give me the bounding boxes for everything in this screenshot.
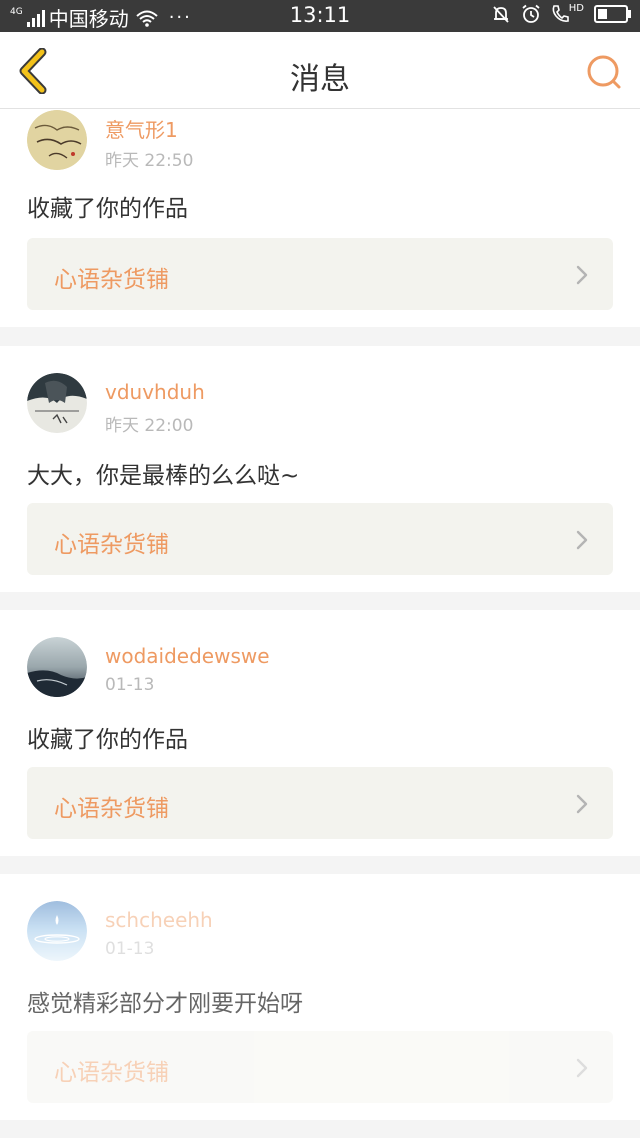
message-text: 大大，你是最棒的么么哒~	[27, 463, 300, 489]
message-card: vduvhduh 昨天 22:00 大大，你是最棒的么么哒~ 心语杂货铺	[0, 346, 640, 592]
message-time: 昨天 22:50	[105, 151, 194, 171]
username[interactable]: 意气形1	[105, 114, 178, 143]
chevron-right-icon	[576, 794, 588, 814]
shop-name: 心语杂货铺	[54, 796, 169, 822]
avatar[interactable]	[27, 110, 87, 170]
message-text: 收藏了你的作品	[27, 727, 188, 753]
bell-muted-icon	[493, 6, 509, 23]
shop-name: 心语杂货铺	[54, 1060, 169, 1086]
chevron-right-icon	[576, 530, 588, 550]
message-time: 01-13	[105, 675, 155, 695]
avatar[interactable]	[27, 637, 87, 697]
search-icon[interactable]	[584, 52, 624, 92]
page-title: 消息	[290, 62, 350, 97]
message-card: schcheehh 01-13 感觉精彩部分才刚要开始呀 心语杂货铺	[0, 874, 640, 1120]
message-card: 意气形1 昨天 22:50 收藏了你的作品 心语杂货铺	[0, 84, 640, 327]
username[interactable]: wodaidedewswe	[105, 644, 270, 668]
chevron-right-icon	[576, 1058, 588, 1078]
shop-link[interactable]: 心语杂货铺	[27, 767, 613, 839]
hd-call-label: HD	[568, 2, 584, 14]
phone-icon	[552, 5, 569, 22]
shop-link[interactable]: 心语杂货铺	[27, 1031, 613, 1103]
avatar[interactable]	[27, 373, 87, 433]
username[interactable]: schcheehh	[105, 908, 213, 932]
message-text: 感觉精彩部分才刚要开始呀	[27, 991, 303, 1017]
shop-link[interactable]: 心语杂货铺	[27, 503, 613, 575]
chevron-right-icon	[576, 265, 588, 285]
battery-icon	[594, 5, 631, 23]
shop-link[interactable]: 心语杂货铺	[27, 238, 613, 310]
username[interactable]: vduvhduh	[105, 380, 205, 404]
shop-name: 心语杂货铺	[54, 532, 169, 558]
message-card: wodaidedewswe 01-13 收藏了你的作品 心语杂货铺	[0, 610, 640, 856]
message-time: 01-13	[105, 939, 155, 959]
status-bar: 4G 中国移动 ··· 13:11 HD	[0, 0, 640, 32]
alarm-icon	[522, 4, 540, 23]
message-text: 收藏了你的作品	[27, 196, 188, 222]
shop-name: 心语杂货铺	[54, 267, 169, 293]
nav-bar: 消息	[0, 32, 640, 109]
avatar[interactable]	[27, 901, 87, 961]
message-time: 昨天 22:00	[105, 416, 194, 436]
